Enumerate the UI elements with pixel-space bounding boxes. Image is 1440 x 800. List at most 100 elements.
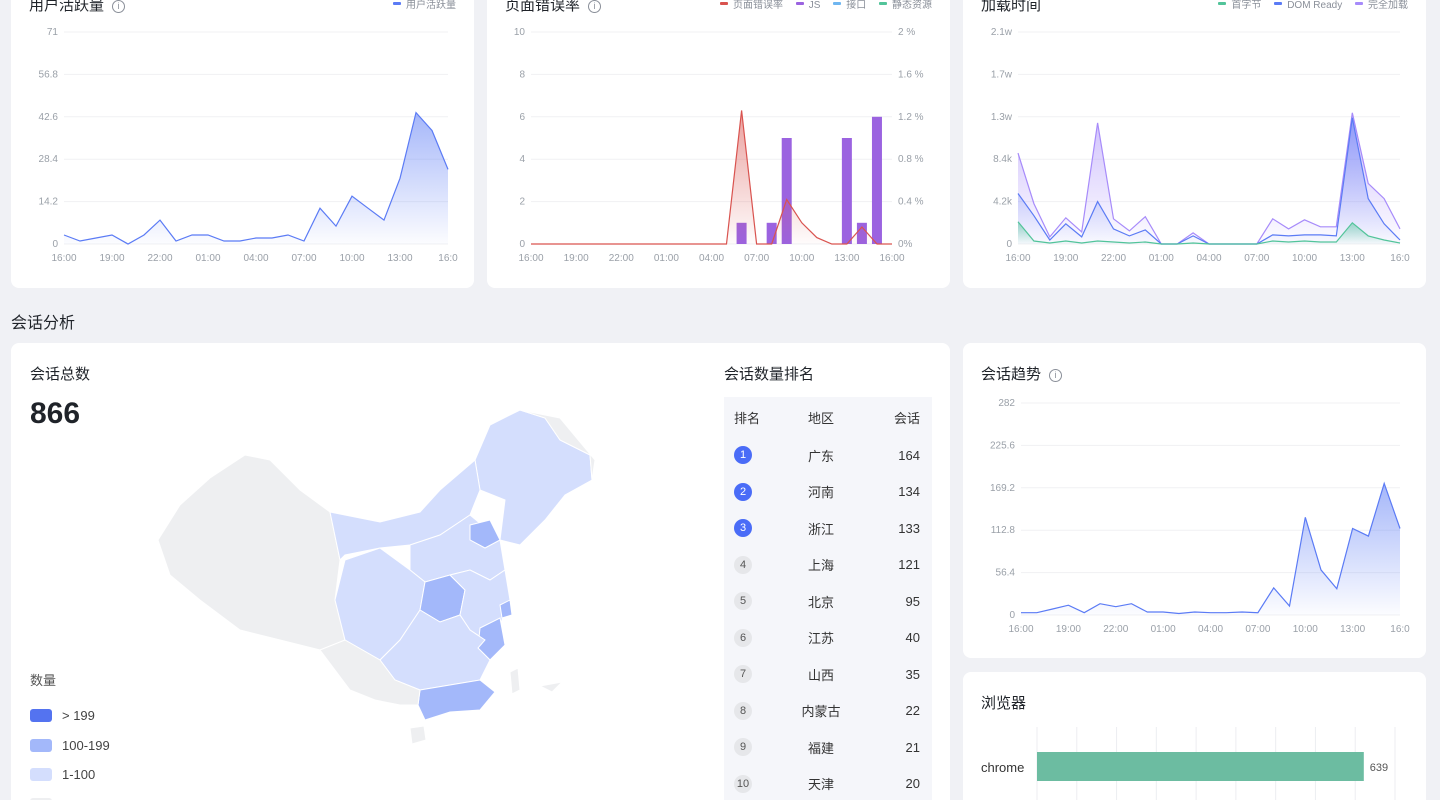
y-tick-label: 42.6 <box>39 112 59 123</box>
x-tick-label: 13:00 <box>834 253 859 264</box>
bar <box>871 116 882 244</box>
x-tick-label: 10:00 <box>1292 253 1317 264</box>
table-row[interactable]: 10 天津 20 <box>724 766 932 800</box>
y-tick-label: 2.1w <box>991 27 1013 38</box>
table-row[interactable]: 5 北京 95 <box>724 583 932 620</box>
load-time-card: 加载时间 首字节 DOM Ready 完全加载 0 4.2k 8.4k 1.3w 1.7… <box>963 0 1426 288</box>
china-map[interactable] <box>150 400 610 750</box>
count-cell: 164 <box>898 447 920 463</box>
y-tick-label: 10 <box>514 27 526 38</box>
table-row[interactable]: 6 江苏 40 <box>724 620 932 657</box>
x-tick-label: 01:00 <box>654 253 679 264</box>
x-tick-label: 16:00 <box>1005 253 1030 264</box>
map-region-hainan[interactable] <box>409 725 427 745</box>
rank-badge: 5 <box>734 592 752 611</box>
session-total-value: 866 <box>30 397 81 430</box>
x-tick-label: 22:00 <box>1103 624 1128 635</box>
region-cell: 广东 <box>807 448 834 464</box>
x-tick-label: 19:00 <box>1056 624 1081 635</box>
map-legend-item[interactable]: 1-100 <box>30 760 110 790</box>
map-legend: 数量 > 199 100-199 1-100 0 <box>30 670 110 800</box>
region-cell: 河南 <box>807 485 834 501</box>
header-count: 会话 <box>893 410 920 426</box>
count-cell: 40 <box>905 630 920 646</box>
active-users-card: 用户活跃量 i 用户活跃量 0 14.2 28.4 42.6 56.8 71 16:00 19:… <box>11 0 474 288</box>
series-area <box>64 112 448 244</box>
x-tick-label: 10:00 <box>789 253 814 264</box>
y-tick-label: 14.2 <box>39 197 59 208</box>
x-tick-label: 13:00 <box>1340 253 1365 264</box>
map-region-islands[interactable] <box>538 681 564 693</box>
rank-badge: 1 <box>734 446 752 465</box>
x-tick-label: 04:00 <box>699 253 724 264</box>
y-tick-label: 8 <box>519 69 525 80</box>
x-tick-label: 07:00 <box>1244 253 1269 264</box>
legend-swatch <box>30 738 52 752</box>
y-tick-label: 112.8 <box>991 525 1016 536</box>
y2-tick-label: 0.4 % <box>898 197 924 208</box>
bar <box>1037 752 1364 781</box>
region-cell: 天津 <box>807 777 834 793</box>
map-legend-item[interactable]: 0 <box>30 790 110 800</box>
rank-badge: 10 <box>734 774 752 793</box>
browser-chart[interactable]: chrome 639 <box>963 672 1426 800</box>
y-tick-label: 0 <box>519 239 525 250</box>
bar-category-label: chrome <box>981 760 1024 775</box>
error-rate-chart[interactable]: 0 2 4 6 8 10 0% 0.4 % 0.8 % 1.2 % 1.6 % 2 % 16:00 19:… <box>487 0 950 288</box>
count-cell: 134 <box>898 484 920 500</box>
series-line <box>531 110 892 245</box>
section-title: 会话分析 <box>11 315 76 332</box>
table-row[interactable]: 7 山西 35 <box>724 656 932 693</box>
x-tick-label: 07:00 <box>291 253 316 264</box>
x-tick-label: 19:00 <box>99 253 124 264</box>
count-cell: 95 <box>905 593 920 609</box>
count-cell: 35 <box>905 666 920 682</box>
session-total-title: 会话总数 <box>30 366 91 383</box>
y-tick-label: 169.2 <box>990 483 1015 494</box>
x-tick-label: 01:00 <box>195 253 220 264</box>
count-cell: 133 <box>898 520 920 536</box>
y-tick-label: 56.4 <box>996 568 1016 579</box>
region-cell: 北京 <box>807 594 834 610</box>
map-legend-item[interactable]: > 199 <box>30 701 110 731</box>
active-users-chart[interactable]: 0 14.2 28.4 42.6 56.8 71 16:00 19:00 22:00 01:00 0… <box>11 0 474 288</box>
rank-badge: 9 <box>734 738 752 757</box>
x-tick-label: 16:00 <box>1008 624 1033 635</box>
table-row[interactable]: 1 广东 164 <box>724 437 932 474</box>
load-time-chart[interactable]: 0 4.2k 8.4k 1.3w 1.7w 2.1w 16:00 19:00 22:00 01:0… <box>963 0 1426 288</box>
y-tick-label: 2 <box>519 197 525 208</box>
map-region-west[interactable] <box>157 454 346 651</box>
x-tick-label: 07:00 <box>744 253 769 264</box>
x-tick-label: 16:00 <box>518 253 543 264</box>
y-tick-label: 282 <box>998 398 1015 409</box>
map-legend-item[interactable]: 100-199 <box>30 731 110 761</box>
y2-tick-label: 2 % <box>898 27 915 38</box>
session-trend-chart[interactable]: 0 56.4 112.8 169.2 225.6 282 16:00 19:00 22:00 01… <box>963 343 1426 658</box>
x-tick-label: 13:00 <box>387 253 412 264</box>
y-tick-label: 0 <box>1006 239 1012 250</box>
table-row[interactable]: 4 上海 121 <box>724 547 932 584</box>
x-tick-label: 04:00 <box>1198 624 1223 635</box>
x-tick-label: 19:00 <box>564 253 589 264</box>
y2-tick-label: 1.2 % <box>898 112 924 123</box>
x-tick-label: 13:00 <box>1340 624 1365 635</box>
y2-tick-label: 0% <box>898 239 913 250</box>
legend-label: 1-100 <box>62 767 96 783</box>
x-tick-label: 01:00 <box>1149 253 1174 264</box>
rank-badge: 8 <box>734 701 752 720</box>
table-row[interactable]: 2 河南 134 <box>724 474 932 511</box>
table-row[interactable]: 9 福建 21 <box>724 729 932 766</box>
y-tick-label: 56.8 <box>39 69 59 80</box>
map-region-taiwan[interactable] <box>509 667 521 695</box>
y-tick-label: 71 <box>47 27 59 38</box>
map-legend-title: 数量 <box>30 673 57 688</box>
x-tick-label: 22:00 <box>147 253 172 264</box>
table-row[interactable]: 8 内蒙古 22 <box>724 693 932 730</box>
series-area <box>1021 483 1400 615</box>
error-rate-card: 页面错误率 i 页面错误率 JS 接口 静态资源 0 2 4 6 8 10 0% 0.4 % 0.… <box>487 0 950 288</box>
region-cell: 山西 <box>807 667 834 683</box>
y-tick-label: 28.4 <box>39 154 59 165</box>
table-row[interactable]: 3 浙江 133 <box>724 510 932 547</box>
count-cell: 20 <box>905 776 920 792</box>
x-tick-label: 16:00 <box>51 253 76 264</box>
